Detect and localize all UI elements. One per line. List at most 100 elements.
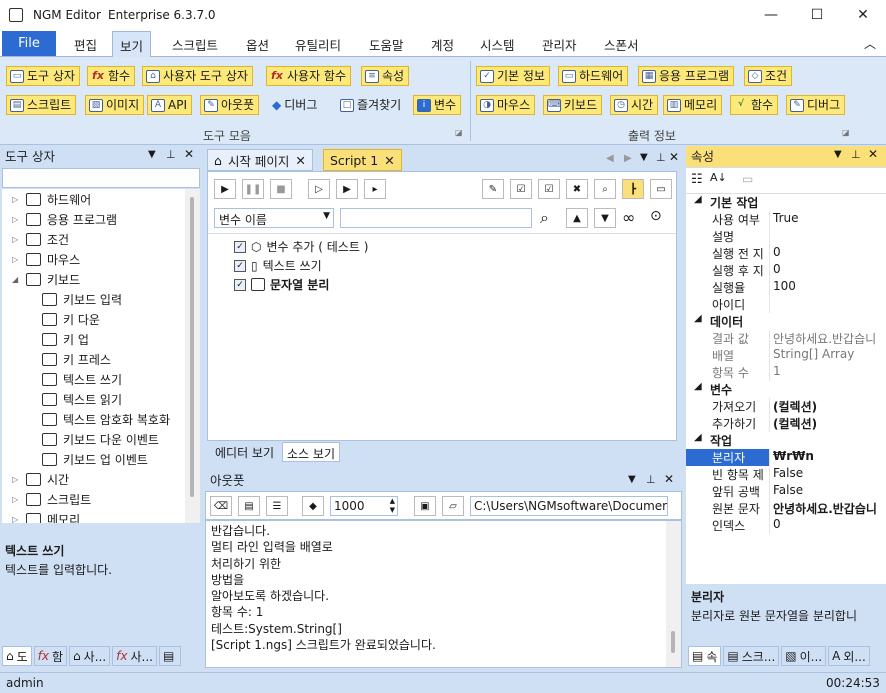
tab-user-toolbox[interactable]: ⌂ 사...: [69, 646, 111, 666]
property-value[interactable]: 0: [769, 262, 886, 279]
ribbon-function-button[interactable]: fx 함수: [87, 66, 136, 86]
ribbon-variable-button[interactable]: i 변수: [413, 95, 462, 115]
tab-list-icon[interactable]: ▼: [640, 152, 648, 163]
property-value[interactable]: 0: [769, 245, 886, 262]
pin-icon[interactable]: ⊥: [646, 473, 656, 486]
editor-search-input[interactable]: [340, 208, 532, 228]
script-item[interactable]: ✓ ▯ 텍스트 쓰기: [234, 256, 322, 275]
maximize-icon[interactable]: ☐: [794, 0, 840, 30]
toolbox-item[interactable]: ▷ 응용 프로그램: [12, 209, 117, 229]
group-launcher-icon[interactable]: ◪: [455, 128, 463, 137]
output-open-folder-button[interactable]: ▱: [442, 496, 464, 516]
property-row[interactable]: 앞뒤 공백 False: [686, 483, 886, 500]
ribbon-function2-button[interactable]: √ 함수: [730, 95, 779, 115]
output-save-button[interactable]: ▣: [414, 496, 436, 516]
loop-icon[interactable]: ∞: [622, 208, 635, 227]
close-icon[interactable]: ✕: [868, 147, 878, 161]
tab-user-function[interactable]: fx 사...: [112, 646, 157, 666]
expand-icon[interactable]: ▷: [12, 495, 20, 504]
categorized-icon[interactable]: ☷: [691, 172, 703, 187]
property-value[interactable]: True: [769, 211, 886, 228]
check-all-button[interactable]: ☑: [510, 179, 532, 199]
expand-icon[interactable]: ▷: [12, 255, 20, 264]
menu-account[interactable]: 계정: [431, 35, 454, 54]
tab-toolbox[interactable]: ⌂ 도: [2, 646, 32, 666]
property-row[interactable]: 분리자 ₩r₩n: [686, 449, 886, 466]
property-row[interactable]: 가져오기 (컬렉션): [686, 398, 886, 415]
property-category[interactable]: ◢ 데이터: [686, 313, 886, 330]
sort-alpha-icon[interactable]: A↓: [710, 171, 727, 184]
output-path-field[interactable]: C:\Users\NGMsoftware\Documents\: [470, 496, 668, 516]
move-down-button[interactable]: ▼: [594, 208, 616, 228]
menu-admin[interactable]: 관리자: [542, 35, 577, 54]
dropdown-icon[interactable]: ▼: [834, 149, 842, 160]
toolbox-item[interactable]: ◢ 키보드: [12, 269, 80, 289]
file-menu[interactable]: File: [2, 31, 56, 56]
ribbon-debug2-button[interactable]: ✎ 디버그: [786, 95, 846, 115]
toolbox-search-input[interactable]: [2, 168, 200, 188]
pin-icon[interactable]: ⊥: [656, 151, 666, 164]
close-icon[interactable]: ✕: [664, 472, 674, 486]
close-icon[interactable]: ✕: [295, 153, 305, 168]
property-value[interactable]: 0: [769, 517, 886, 534]
collapse-icon[interactable]: ◢: [694, 432, 702, 443]
toolbox-item[interactable]: 키보드 입력: [42, 289, 122, 309]
ribbon-hardware-button[interactable]: ▭ 하드웨어: [558, 66, 629, 86]
run-from-button[interactable]: ▶: [336, 179, 358, 199]
find-button[interactable]: ⌕: [594, 179, 616, 199]
ribbon-script-button[interactable]: ▤ 스크립트: [6, 95, 77, 115]
collapse-icon[interactable]: ◢: [694, 381, 702, 392]
expand-icon[interactable]: ▷: [12, 215, 20, 224]
run-selection-button[interactable]: ▸: [364, 179, 386, 199]
output-clear-button[interactable]: ⌫: [210, 496, 232, 516]
tab-start-page[interactable]: ⌂ 시작 페이지 ✕: [207, 149, 313, 171]
menu-sponsor[interactable]: 스폰서: [604, 35, 639, 54]
property-row[interactable]: 원본 문자 안녕하세요.반갑습니: [686, 500, 886, 517]
ribbon-api-button[interactable]: A API: [147, 95, 192, 115]
delete-button[interactable]: ✖: [566, 179, 588, 199]
property-category[interactable]: ◢ 기본 작업: [686, 194, 886, 211]
tab-function[interactable]: fx 함: [33, 646, 68, 666]
property-value[interactable]: False: [769, 466, 886, 483]
property-value[interactable]: [769, 228, 886, 245]
minimize-icon[interactable]: —: [748, 0, 794, 30]
collapse-icon[interactable]: ◢: [694, 313, 702, 324]
ribbon-time-button[interactable]: ◷ 시간: [610, 95, 659, 115]
toolbox-item[interactable]: 텍스트 쓰기: [42, 369, 122, 389]
property-row[interactable]: 설명: [686, 228, 886, 245]
search-icon[interactable]: ⌕: [540, 208, 549, 228]
toolbox-item[interactable]: 키보드 업 이벤트: [42, 449, 148, 469]
collapse-ribbon-icon[interactable]: ︿: [864, 35, 876, 52]
pause-button[interactable]: ❚❚: [242, 179, 264, 199]
tab-editor-view[interactable]: 에디터 보기: [207, 442, 283, 462]
close-icon[interactable]: ✕: [840, 0, 886, 30]
menu-edit[interactable]: 편집: [74, 35, 97, 54]
stop-button[interactable]: ■: [270, 179, 292, 199]
tree-view-button[interactable]: ┣: [622, 179, 644, 199]
toolbox-item[interactable]: ▷ 하드웨어: [12, 189, 91, 209]
dropdown-icon[interactable]: ▼: [628, 474, 636, 485]
tab-properties[interactable]: ▤ 속: [688, 646, 722, 666]
menu-utility[interactable]: 유틸리티: [295, 35, 341, 54]
property-value[interactable]: 100: [769, 279, 886, 296]
menu-view[interactable]: 보기: [112, 31, 152, 58]
toolbox-item[interactable]: 키 프레스: [42, 349, 111, 369]
expand-icon[interactable]: ▷: [12, 475, 20, 484]
toolbox-item[interactable]: 키 업: [42, 329, 89, 349]
tab-scroll-right-icon[interactable]: ▶: [624, 153, 632, 164]
property-value[interactable]: 안녕하세요.반갑습니: [769, 500, 886, 517]
output-scrollbar[interactable]: [666, 521, 681, 667]
ribbon-toolbox-button[interactable]: ▭ 도구 상자: [6, 66, 80, 86]
checkbox[interactable]: ✓: [234, 278, 246, 291]
screen-button[interactable]: ▭: [650, 179, 672, 199]
toolbox-item[interactable]: 키보드 다운 이벤트: [42, 429, 159, 449]
menu-script[interactable]: 스크립트: [172, 35, 218, 54]
ribbon-memory-button[interactable]: ▥ 메모리: [663, 95, 723, 115]
property-row[interactable]: 사용 여부 True: [686, 211, 886, 228]
script-item[interactable]: ✓ ⬡ 변수 추가 ( 테스트 ): [234, 237, 368, 256]
checkbox[interactable]: ✓: [234, 259, 246, 272]
menu-system[interactable]: 시스템: [480, 35, 515, 54]
property-row[interactable]: 결과 값 안녕하세요.반갑습니: [686, 330, 886, 347]
validate-button[interactable]: ✎: [482, 179, 504, 199]
run-button[interactable]: ▶: [214, 179, 236, 199]
